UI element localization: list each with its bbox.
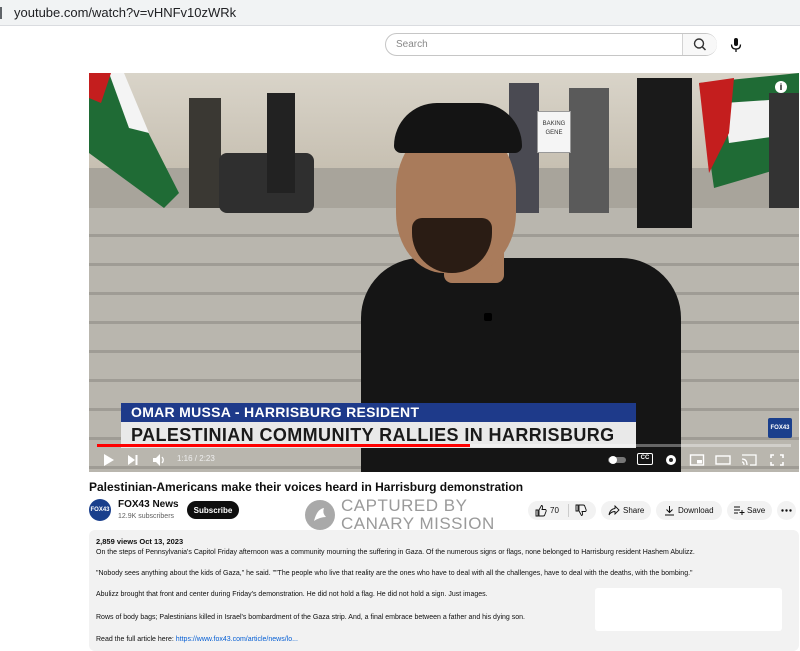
progress-bar[interactable]: [97, 444, 791, 447]
microphone-icon[interactable]: [727, 36, 745, 54]
channel-name[interactable]: FOX43 News: [118, 499, 179, 510]
save-playlist-icon: [734, 506, 745, 515]
save-label: Save: [747, 506, 766, 515]
crowd-person: [569, 88, 609, 213]
watermark-line-1: CAPTURED BY: [341, 496, 468, 515]
player-controls: 1:16 / 2:23 CC: [89, 448, 799, 472]
channel-avatar[interactable]: FOX43: [89, 499, 111, 521]
miniplayer-icon[interactable]: [689, 450, 705, 470]
search-input[interactable]: [386, 34, 676, 55]
article-link[interactable]: https://www.fox43.com/article/news/lo...: [176, 636, 298, 643]
cast-icon[interactable]: [741, 450, 757, 470]
crowd-person: [637, 78, 692, 228]
autoplay-toggle-icon[interactable]: [607, 450, 627, 470]
redaction-box: [595, 588, 782, 631]
view-count-and-date: 2,859 views Oct 13, 2023: [96, 537, 184, 546]
description-paragraph-1: On the steps of Pennsylvania's Capitol F…: [96, 549, 695, 556]
description-paragraph-3: Abulizz brought that front and center du…: [96, 591, 488, 598]
time-display: 1:16 / 2:23: [177, 454, 215, 463]
download-button[interactable]: Download: [656, 501, 722, 520]
search-button[interactable]: [682, 34, 717, 55]
subscriber-count: 12.9K subscribers: [118, 513, 175, 520]
captions-label: CC: [640, 455, 650, 461]
share-label: Share: [623, 506, 645, 515]
download-label: Download: [678, 506, 714, 515]
info-icon[interactable]: i: [775, 81, 787, 93]
protest-sign: BAKING GENE: [537, 111, 571, 153]
channel-bug-logo: FOX43: [768, 418, 792, 438]
search-icon: [693, 38, 707, 51]
search-box[interactable]: [385, 33, 717, 56]
flag-left: [89, 73, 179, 208]
share-button[interactable]: Share: [601, 501, 651, 520]
thumbs-down-icon[interactable]: [575, 504, 587, 517]
like-count[interactable]: 70: [550, 506, 559, 515]
video-title: Palestinian-Americans make their voices …: [89, 480, 524, 494]
url-text[interactable]: youtube.com/watch?v=vHNFv10zWRk: [14, 5, 236, 20]
video-player[interactable]: BAKING GENE i OMAR MUSSA - HARRISBURG RE…: [89, 73, 799, 472]
next-icon[interactable]: [125, 450, 141, 470]
volume-icon[interactable]: [151, 450, 167, 470]
settings-gear-icon[interactable]: [663, 450, 679, 470]
watermark-logo: [305, 500, 335, 530]
more-options-icon: [781, 509, 792, 512]
description-paragraph-5: Read the full article here: https://www.…: [96, 636, 298, 643]
crowd-person: [769, 93, 799, 208]
theater-mode-icon[interactable]: [715, 450, 731, 470]
crowd-person: [189, 98, 221, 208]
crowd-person: [267, 93, 295, 193]
save-button[interactable]: Save: [727, 501, 772, 520]
browser-address-bar[interactable]: youtube.com/watch?v=vHNFv10zWRk: [0, 0, 800, 26]
description-paragraph-2: "Nobody sees anything about the kids of …: [96, 570, 693, 577]
protest-sign-text: BAKING GENE: [542, 121, 566, 136]
description-paragraph-4: Rows of body bags; Palestinians killed i…: [96, 614, 525, 621]
lapel-microphone: [484, 313, 492, 321]
speaker-name-banner: OMAR MUSSA - HARRISBURG RESIDENT: [121, 403, 636, 422]
share-icon: [608, 505, 620, 516]
more-actions-button[interactable]: [777, 501, 796, 520]
interviewee-hair: [394, 103, 522, 153]
like-divider: [568, 504, 569, 517]
progress-fill: [97, 444, 471, 447]
tab-edge: [0, 7, 6, 19]
description-panel[interactable]: 2,859 views Oct 13, 2023 On the steps of…: [89, 530, 799, 651]
like-dislike-group: 70: [528, 501, 596, 520]
article-link-prefix: Read the full article here:: [96, 636, 176, 643]
play-icon[interactable]: [101, 450, 117, 470]
fullscreen-icon[interactable]: [769, 450, 785, 470]
thumbs-up-icon[interactable]: [535, 504, 547, 517]
captions-button[interactable]: CC: [637, 453, 653, 465]
download-icon: [665, 506, 674, 516]
subscribe-button[interactable]: Subscribe: [187, 501, 239, 519]
